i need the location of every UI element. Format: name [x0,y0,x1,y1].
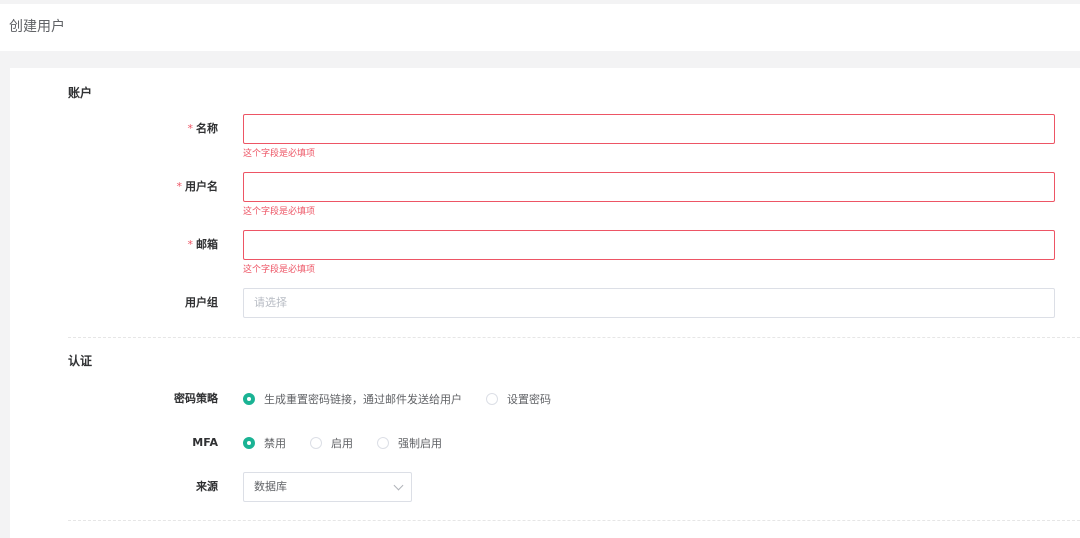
name-error: 这个字段是必填项 [243,149,316,159]
email-input[interactable] [243,230,1055,260]
section-divider [68,520,1080,521]
groups-select[interactable]: 请选择 [243,288,1055,318]
radio-unchecked-icon [310,437,322,449]
name-label-text: 名称 [196,122,218,135]
source-select-value: 数据库 [254,480,287,493]
email-label: * 邮箱 [130,238,219,252]
email-label-text: 邮箱 [196,238,218,251]
radio-label: 启用 [331,437,353,450]
radio-mfa-disabled[interactable]: 禁用 [243,435,286,451]
radio-label: 禁用 [264,437,286,450]
name-label: * 名称 [130,122,219,136]
email-error: 这个字段是必填项 [243,265,316,275]
mfa-label: MFA [192,436,218,449]
username-input[interactable] [243,172,1055,202]
source-label: 来源 [196,480,218,493]
required-mark: * [187,122,194,135]
form-panel: 账户 * 名称 这个字段是必填项 * 用户名 这个字段是必填项 * 邮箱 这个字段是必… [10,68,1080,538]
radio-unchecked-icon [486,393,498,405]
radio-mfa-enabled[interactable]: 启用 [310,435,353,451]
chevron-down-icon [393,480,404,491]
radio-label: 生成重置密码链接，通过邮件发送给用户 [264,393,462,406]
radio-mfa-forced[interactable]: 强制启用 [377,435,442,451]
section-title-account: 账户 [68,86,93,100]
page-header: 创建用户 [0,4,1080,51]
radio-set-password[interactable]: 设置密码 [486,391,551,407]
required-mark: * [176,180,183,193]
groups-label: 用户组 [185,296,218,309]
username-label: * 用户名 [130,180,219,194]
password-strategy-radio-group: 生成重置密码链接，通过邮件发送给用户 设置密码 [243,391,575,407]
radio-checked-icon [243,393,255,405]
radio-reset-link[interactable]: 生成重置密码链接，通过邮件发送给用户 [243,391,462,407]
radio-label: 设置密码 [507,393,551,406]
source-select[interactable]: 数据库 [243,472,412,502]
mfa-radio-group: 禁用 启用 强制启用 [243,435,466,451]
name-input[interactable] [243,114,1055,144]
radio-checked-icon [243,437,255,449]
radio-label: 强制启用 [398,437,442,450]
username-error: 这个字段是必填项 [243,207,316,217]
password-strategy-label: 密码策略 [174,392,218,405]
required-mark: * [187,238,194,251]
username-label-text: 用户名 [185,180,218,193]
radio-unchecked-icon [377,437,389,449]
page-title: 创建用户 [9,19,65,35]
section-title-auth: 认证 [68,354,93,368]
section-divider [68,337,1080,338]
